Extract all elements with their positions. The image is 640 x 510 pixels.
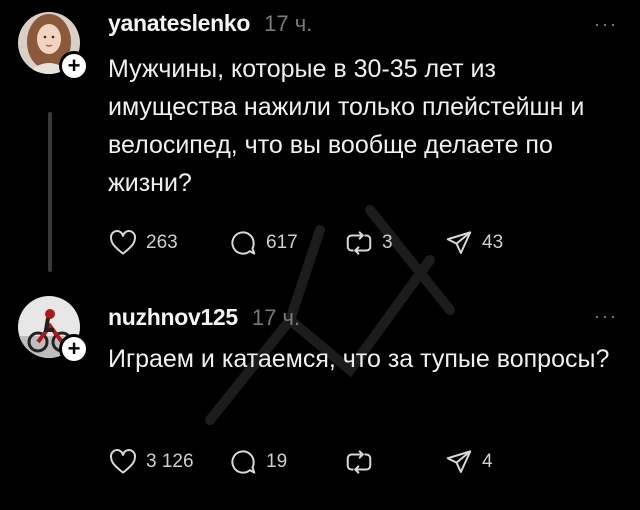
share-count: 43 bbox=[482, 232, 504, 253]
share-button[interactable]: 43 bbox=[444, 228, 524, 258]
post-actions: 3 126 19 4 bbox=[108, 447, 524, 477]
post-text: Играем и катаемся, что за тупые вопросы? bbox=[108, 345, 610, 373]
reply-count: 19 bbox=[266, 451, 288, 472]
reply-count: 617 bbox=[266, 232, 298, 253]
like-button[interactable]: 263 bbox=[108, 228, 228, 258]
like-count: 263 bbox=[146, 232, 178, 253]
more-icon[interactable]: ··· bbox=[594, 14, 618, 35]
reply-button[interactable]: 617 bbox=[228, 228, 344, 258]
reply-button[interactable]: 19 bbox=[228, 447, 344, 477]
repost-button[interactable]: 3 bbox=[344, 228, 444, 258]
repost-icon bbox=[346, 450, 372, 474]
post-text: Мужчины, которые в 30-35 лет из имуществ… bbox=[108, 55, 585, 197]
repost-button[interactable] bbox=[344, 447, 444, 477]
username[interactable]: yanateslenko bbox=[108, 10, 250, 37]
comment-icon bbox=[231, 231, 256, 255]
thread-post: + yanateslenko 17 ч. ··· Мужчины, которы… bbox=[0, 0, 640, 290]
share-icon bbox=[446, 450, 472, 473]
repost-icon bbox=[346, 231, 372, 255]
timestamp: 17 ч. bbox=[251, 305, 301, 330]
follow-plus-icon[interactable]: + bbox=[59, 51, 89, 81]
more-icon[interactable]: ··· bbox=[594, 306, 618, 327]
timestamp: 17 ч. bbox=[264, 11, 313, 36]
post-header: nuzhnov125 17 ч. bbox=[108, 304, 300, 331]
comment-icon bbox=[231, 450, 256, 474]
repost-count: 3 bbox=[382, 232, 393, 253]
post-actions: 263 617 3 43 bbox=[108, 228, 524, 258]
post-header: yanateslenko 17 ч. bbox=[108, 10, 312, 37]
share-count: 4 bbox=[482, 451, 493, 472]
share-button[interactable]: 4 bbox=[444, 447, 524, 477]
thread-connector-line bbox=[48, 112, 52, 272]
like-button[interactable]: 3 126 bbox=[108, 447, 228, 477]
follow-plus-icon[interactable]: + bbox=[59, 334, 89, 364]
heart-icon bbox=[110, 230, 136, 255]
like-count: 3 126 bbox=[146, 451, 194, 472]
username[interactable]: nuzhnov125 bbox=[108, 304, 238, 331]
heart-icon bbox=[110, 449, 136, 474]
thread-post: + nuzhnov125 17 ч. ··· Играем и катаемся… bbox=[0, 292, 640, 510]
share-icon bbox=[446, 231, 472, 254]
